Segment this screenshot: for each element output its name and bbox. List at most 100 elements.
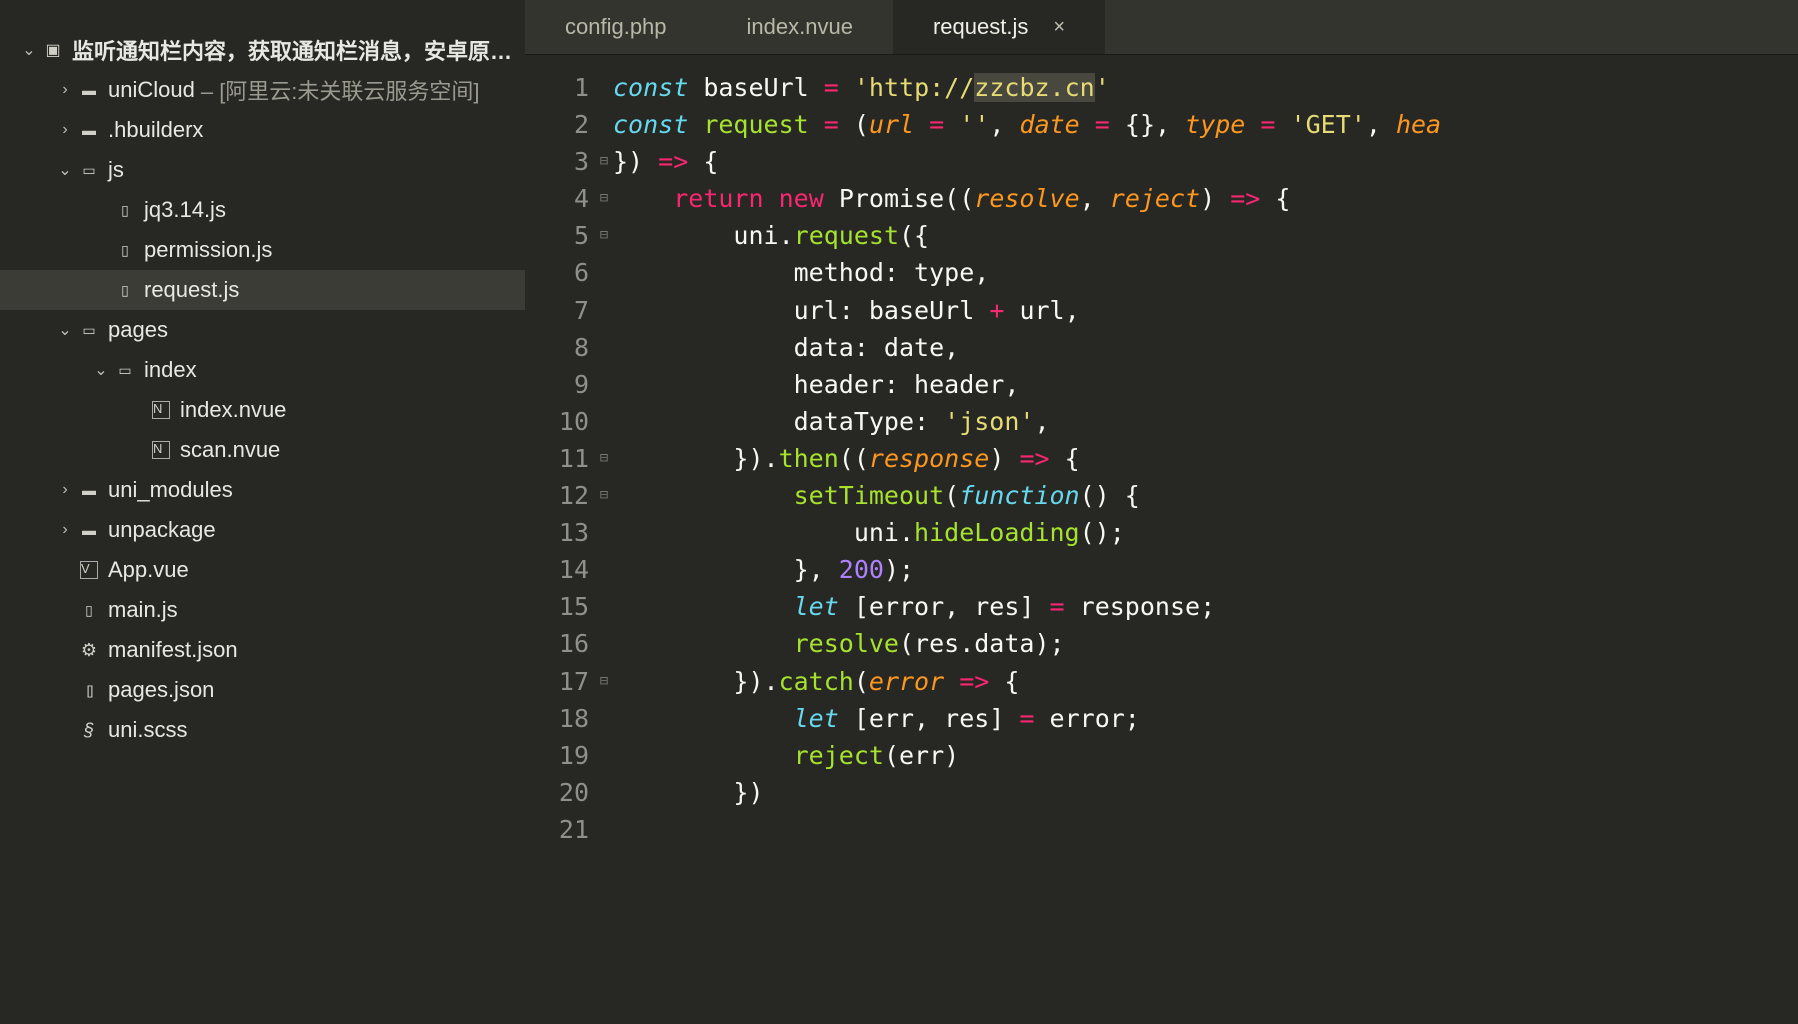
code-line[interactable]: setTimeout(function() { [613,477,1798,514]
code-line[interactable]: uni.hideLoading(); [613,514,1798,551]
chevron-right-icon[interactable]: › [56,521,74,539]
line-number: 1 [525,69,595,106]
line-number: 10 [525,403,595,440]
file-icon [114,239,136,261]
code-line[interactable]: method: type, [613,254,1798,291]
n-icon [150,399,172,421]
fold-placeholder [595,69,613,106]
file-icon [78,599,100,621]
tree-item-jq3-14-js[interactable]: jq3.14.js [0,190,525,230]
fold-placeholder [595,106,613,143]
code-line[interactable]: dataType: 'json', [613,403,1798,440]
close-icon[interactable]: × [1053,16,1065,39]
tree-item-manifest-json[interactable]: manifest.json [0,630,525,670]
fold-placeholder [595,625,613,662]
chevron-down-icon[interactable]: ⌄ [56,320,74,340]
folder-icon [78,519,100,541]
code-line[interactable]: const request = (url = '', date = {}, ty… [613,106,1798,143]
tree-item-label: jq3.14.js [144,197,226,223]
tree-item-request-js[interactable]: request.js [0,270,525,310]
chevron-down-icon[interactable]: ⌄ [56,160,74,180]
code-line[interactable]: }).catch(error => { [613,663,1798,700]
folder-o-icon [114,359,136,381]
tree-item--hbuilderx[interactable]: ›.hbuilderx [0,110,525,150]
tree-item-main-js[interactable]: main.js [0,590,525,630]
line-number: 15 [525,588,595,625]
line-number: 21 [525,811,595,848]
fold-placeholder [595,811,613,848]
tree-item-label: index.nvue [180,397,286,423]
folder-o-icon [78,319,100,341]
chevron-down-icon[interactable]: ⌄ [92,360,110,380]
fold-toggle-icon[interactable]: ⊟ [595,143,613,180]
line-number: 8 [525,329,595,366]
tree-item-label: request.js [144,277,239,303]
proj-icon [42,39,64,61]
code-line[interactable]: header: header, [613,366,1798,403]
line-number: 13 [525,514,595,551]
code-line[interactable]: const baseUrl = 'http://zzcbz.cn' [613,69,1798,106]
fold-toggle-icon[interactable]: ⊟ [595,663,613,700]
fold-placeholder [595,588,613,625]
tree-item-uni-scss[interactable]: uni.scss [0,710,525,750]
tree-item-pages[interactable]: ⌄ pages [0,310,525,350]
code-line[interactable]: }).then((response) => { [613,440,1798,477]
n-icon [150,439,172,461]
tree-item--[interactable]: ⌄监听通知栏内容，获取通知栏消息，安卓原… [0,30,525,70]
tree-item-pages-json[interactable]: pages.json [0,670,525,710]
file-explorer[interactable]: ⌄监听通知栏内容，获取通知栏消息，安卓原…›uniCloud– [阿里云:未关联… [0,0,525,1024]
tree-item-label: js [108,157,124,183]
fold-toggle-icon[interactable]: ⊟ [595,217,613,254]
code-line[interactable]: url: baseUrl + url, [613,292,1798,329]
code-line[interactable]: let [error, res] = response; [613,588,1798,625]
line-number: 6 [525,254,595,291]
line-number: 12 [525,477,595,514]
tab-index-nvue[interactable]: index.nvue [707,0,893,54]
line-number: 20 [525,774,595,811]
tree-item-index-nvue[interactable]: index.nvue [0,390,525,430]
line-number: 5 [525,217,595,254]
tab-bar[interactable]: config.php index.nvue request.js× [525,0,1798,55]
code-area[interactable]: 123456789101112131415161718192021 ⊟⊟⊟⊟⊟⊟… [525,55,1798,1024]
tree-item-uniCloud[interactable]: ›uniCloud– [阿里云:未关联云服务空间] [0,70,525,110]
chevron-right-icon[interactable]: › [56,481,74,499]
code-content[interactable]: const baseUrl = 'http://zzcbz.cn'const r… [613,55,1798,1024]
fold-toggle-icon[interactable]: ⊟ [595,440,613,477]
code-line[interactable]: }, 200); [613,551,1798,588]
code-line[interactable]: reject(err) [613,737,1798,774]
code-line[interactable]: }) [613,774,1798,811]
chevron-right-icon[interactable]: › [56,121,74,139]
tab-request-js[interactable]: request.js× [893,0,1105,54]
chevron-down-icon[interactable]: ⌄ [20,40,38,60]
tree-item-uni_modules[interactable]: ›uni_modules [0,470,525,510]
code-line[interactable]: }) => { [613,143,1798,180]
tree-item-permission-js[interactable]: permission.js [0,230,525,270]
fold-toggle-icon[interactable]: ⊟ [595,477,613,514]
code-line[interactable]: data: date, [613,329,1798,366]
fold-placeholder [595,329,613,366]
code-line[interactable]: return new Promise((resolve, reject) => … [613,180,1798,217]
line-number: 9 [525,366,595,403]
fold-placeholder [595,403,613,440]
line-number: 19 [525,737,595,774]
fold-toggle-icon[interactable]: ⊟ [595,180,613,217]
fold-placeholder [595,700,613,737]
tab-config-php[interactable]: config.php [525,0,707,54]
tree-item-index[interactable]: ⌄index [0,350,525,390]
code-line[interactable] [613,811,1798,848]
tree-item-unpackage[interactable]: ›unpackage [0,510,525,550]
chevron-right-icon[interactable]: › [56,81,74,99]
vue-icon [78,559,100,581]
tree-item-label: pages [108,317,168,343]
folder-icon [78,479,100,501]
tree-item-js[interactable]: ⌄ js [0,150,525,190]
sq-icon [78,679,100,701]
code-line[interactable]: let [err, res] = error; [613,700,1798,737]
fold-gutter[interactable]: ⊟⊟⊟⊟⊟⊟ [595,55,613,1024]
code-line[interactable]: uni.request({ [613,217,1798,254]
code-line[interactable]: resolve(res.data); [613,625,1798,662]
tree-item-App-vue[interactable]: App.vue [0,550,525,590]
tab-label: index.nvue [747,14,853,40]
tree-item-scan-nvue[interactable]: scan.nvue [0,430,525,470]
line-number: 18 [525,700,595,737]
